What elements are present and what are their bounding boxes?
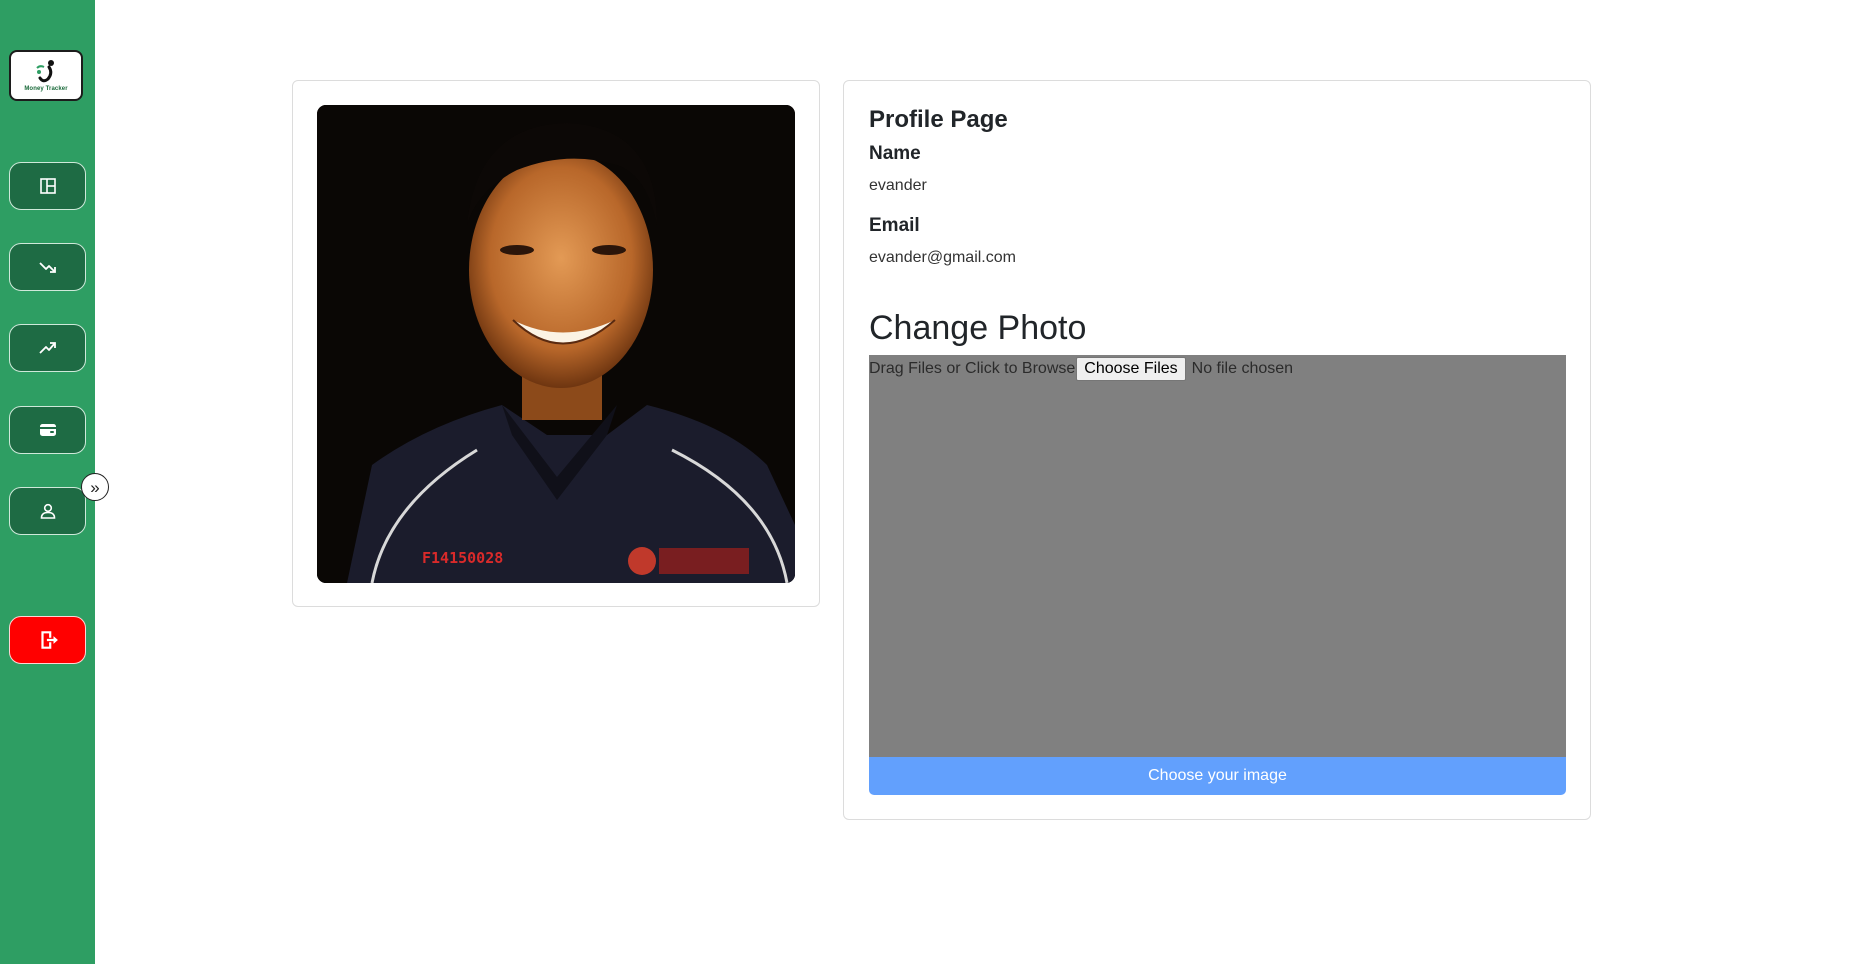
dropzone-text: Drag Files or Click to Browse bbox=[869, 360, 1076, 377]
profile-photo: F14150028 bbox=[317, 105, 795, 583]
trending-down-icon bbox=[38, 262, 56, 273]
nav-dashboard-button[interactable] bbox=[9, 162, 86, 210]
choose-files-button[interactable]: Choose Files bbox=[1076, 357, 1186, 381]
email-label: Email bbox=[869, 215, 920, 236]
name-value: evander bbox=[869, 177, 927, 194]
user-icon bbox=[40, 503, 55, 519]
profile-info-card: Profile Page Name evander Email evander@… bbox=[843, 80, 1591, 820]
wallet-icon bbox=[39, 424, 56, 436]
layout-icon bbox=[39, 178, 56, 194]
nav-income-button[interactable] bbox=[9, 324, 86, 372]
logout-button[interactable] bbox=[9, 616, 86, 664]
nav-expense-button[interactable] bbox=[9, 243, 86, 291]
change-photo-title: Change Photo bbox=[869, 309, 1087, 347]
email-value: evander@gmail.com bbox=[869, 249, 1016, 266]
profile-photo-image: F14150028 bbox=[317, 105, 795, 583]
page-title: Profile Page bbox=[869, 106, 1008, 133]
file-input-row: Drag Files or Click to Browse Choose Fil… bbox=[869, 357, 1293, 381]
no-file-text: No file chosen bbox=[1191, 360, 1294, 377]
svg-text:F14150028: F14150028 bbox=[422, 549, 503, 567]
name-label: Name bbox=[869, 143, 921, 164]
nav-wallet-button[interactable] bbox=[9, 406, 86, 454]
choose-image-button[interactable]: Choose your image bbox=[869, 757, 1566, 795]
profile-photo-card: F14150028 bbox=[292, 80, 820, 607]
logout-icon bbox=[40, 631, 58, 649]
photo-dropzone[interactable]: Drag Files or Click to Browse Choose Fil… bbox=[869, 355, 1566, 757]
expand-sidebar-button[interactable]: » bbox=[81, 473, 109, 501]
trending-up-icon bbox=[38, 342, 56, 354]
app-logo[interactable]: Money Tracker bbox=[9, 50, 83, 101]
nav-profile-button[interactable] bbox=[9, 487, 86, 535]
money-tracker-logo-icon bbox=[36, 60, 54, 83]
logo-text: Money Tracker bbox=[24, 86, 68, 92]
